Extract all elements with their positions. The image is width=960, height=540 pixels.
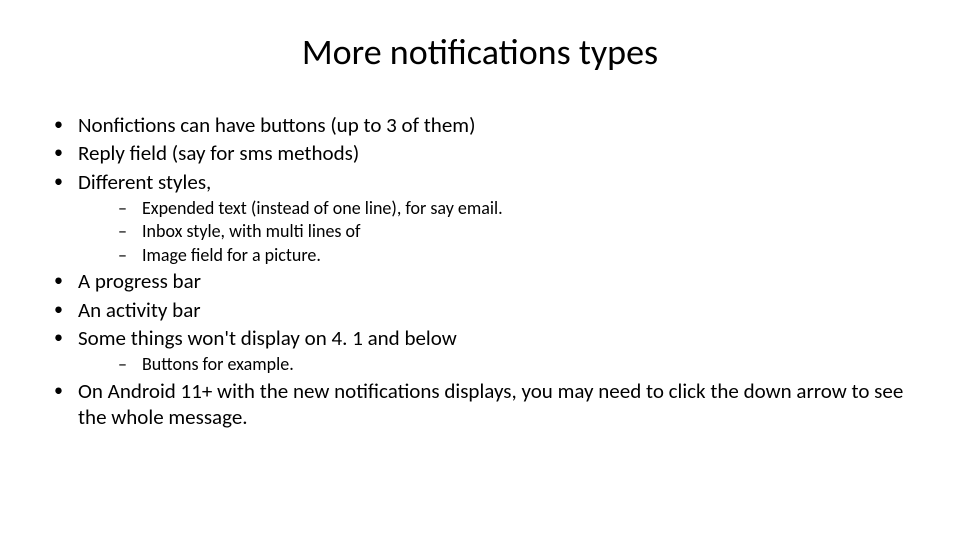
list-item: Inbox style, with multi lines of (78, 220, 920, 243)
bullet-text: An activity bar (78, 297, 201, 323)
list-item: On Android 11+ with the new notification… (40, 378, 920, 431)
bullet-text: Expended text (instead of one line), for… (142, 197, 503, 219)
list-item: Image field for a picture. (78, 244, 920, 267)
bullet-text: Reply field (say for sms methods) (78, 140, 359, 166)
sub-bullet-list: Buttons for example. (78, 353, 920, 376)
list-item: An activity bar (40, 297, 920, 323)
list-item: Buttons for example. (78, 353, 920, 376)
list-item: Reply field (say for sms methods) (40, 140, 920, 166)
list-item: Expended text (instead of one line), for… (78, 197, 920, 220)
bullet-text: On Android 11+ with the new notification… (78, 378, 903, 430)
list-item: Some things won't display on 4. 1 and be… (40, 325, 920, 376)
bullet-list: Nonfictions can have buttons (up to 3 of… (40, 112, 920, 430)
bullet-text: Nonfictions can have buttons (up to 3 of… (78, 112, 475, 138)
bullet-text: A progress bar (78, 268, 201, 294)
list-item: A progress bar (40, 268, 920, 294)
list-item: Different styles, Expended text (instead… (40, 169, 920, 267)
bullet-text: Image field for a picture. (142, 244, 321, 266)
list-item: Nonfictions can have buttons (up to 3 of… (40, 112, 920, 138)
sub-bullet-list: Expended text (instead of one line), for… (78, 197, 920, 267)
bullet-text: Inbox style, with multi lines of (142, 220, 361, 242)
slide-body: Nonfictions can have buttons (up to 3 of… (40, 110, 920, 432)
bullet-text: Buttons for example. (142, 353, 294, 375)
slide-title: More notifications types (0, 30, 960, 74)
bullet-text: Some things won't display on 4. 1 and be… (78, 325, 457, 351)
slide: More notifications types Nonfictions can… (0, 0, 960, 540)
bullet-text: Different styles, (78, 169, 211, 195)
